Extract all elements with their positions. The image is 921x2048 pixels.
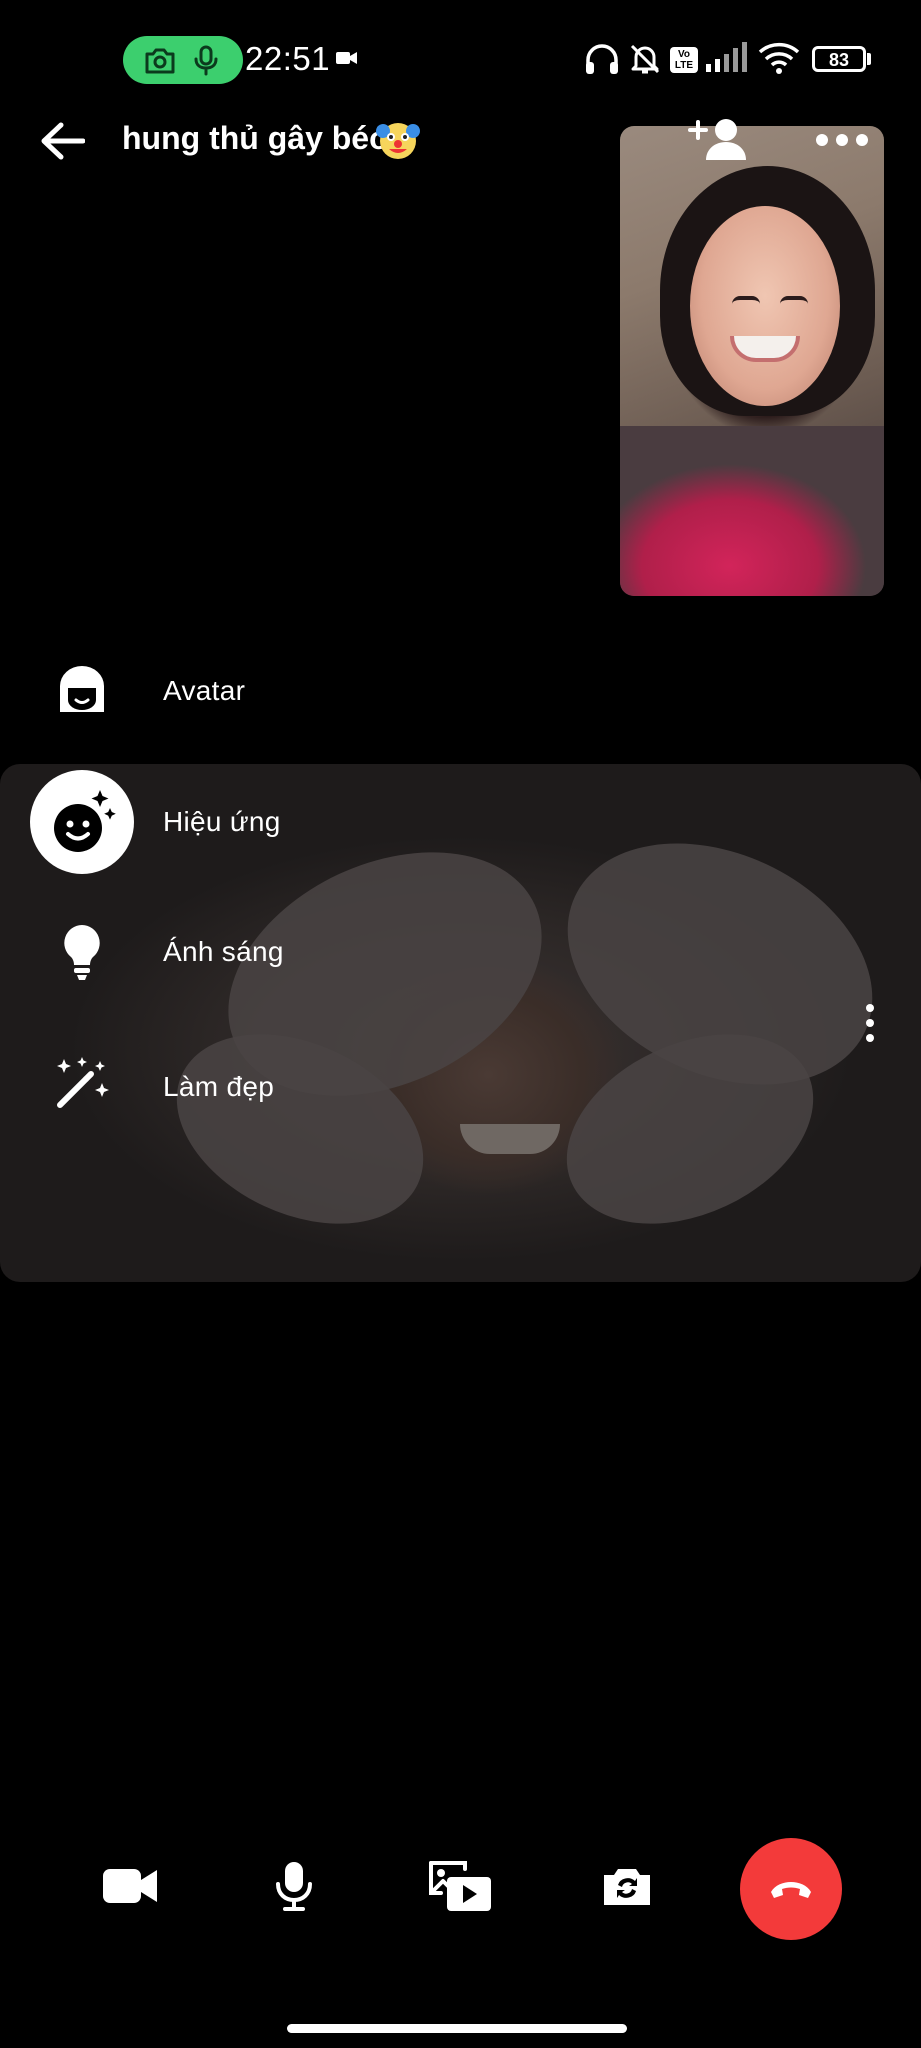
camera-icon [145, 48, 175, 74]
menu-item-avatar[interactable]: Avatar [0, 640, 600, 740]
home-indicator[interactable] [287, 2024, 627, 2033]
menu-label-lighting: Ánh sáng [163, 936, 284, 967]
magic-wand-icon [30, 1031, 134, 1135]
clown-face-icon [376, 123, 420, 159]
status-bar: 22:51 Vo LTE 83 [0, 0, 921, 120]
end-call-icon [771, 1882, 811, 1898]
screen-record-icon [336, 52, 357, 64]
flip-camera-button[interactable] [577, 1836, 677, 1936]
self-video-jacket [620, 426, 884, 596]
signal-strength-icon [706, 42, 747, 72]
volte-icon: Vo LTE [670, 47, 698, 73]
call-title: hung thủ gây béo [122, 120, 389, 156]
toggle-mic-button[interactable] [244, 1836, 344, 1936]
menu-label-effects: Hiệu ứng [163, 806, 281, 837]
battery-level: 83 [828, 50, 850, 70]
menu-label-beautify: Làm đẹp [163, 1071, 275, 1102]
self-video-eye [780, 296, 808, 304]
recording-indicator[interactable] [123, 36, 243, 84]
self-video-face [690, 206, 840, 406]
battery-icon: 83 [812, 46, 866, 72]
end-call-button[interactable] [740, 1838, 842, 1940]
battery-tip [867, 53, 871, 65]
microphone-small-icon [194, 45, 218, 76]
toggle-video-button[interactable] [80, 1836, 180, 1936]
self-video-preview[interactable] [620, 126, 884, 596]
share-media-button[interactable] [410, 1836, 510, 1936]
menu-item-lighting[interactable]: Ánh sáng [0, 902, 600, 1002]
avatar-icon [30, 638, 134, 742]
lightbulb-icon [30, 900, 134, 1004]
more-options-icon[interactable] [814, 132, 870, 148]
flip-camera-icon [604, 1869, 650, 1905]
menu-item-effects[interactable]: Hiệu ứng [0, 770, 600, 870]
back-button[interactable] [34, 116, 90, 166]
status-time: 22:51 [245, 40, 331, 77]
mute-bell-icon [630, 44, 660, 74]
effects-smiley-icon [30, 770, 134, 874]
vertical-more-icon[interactable] [863, 1004, 877, 1044]
add-person-icon[interactable] [688, 116, 750, 164]
menu-label-avatar: Avatar [163, 675, 246, 706]
media-share-icon [429, 1861, 491, 1911]
self-video-eye [732, 296, 760, 304]
microphone-icon [276, 1862, 312, 1911]
video-camera-icon [103, 1869, 157, 1903]
wifi-icon [758, 42, 800, 74]
headphones-icon [586, 44, 618, 74]
back-arrow-icon [41, 122, 85, 160]
menu-item-beautify[interactable]: Làm đẹp [0, 1035, 600, 1135]
